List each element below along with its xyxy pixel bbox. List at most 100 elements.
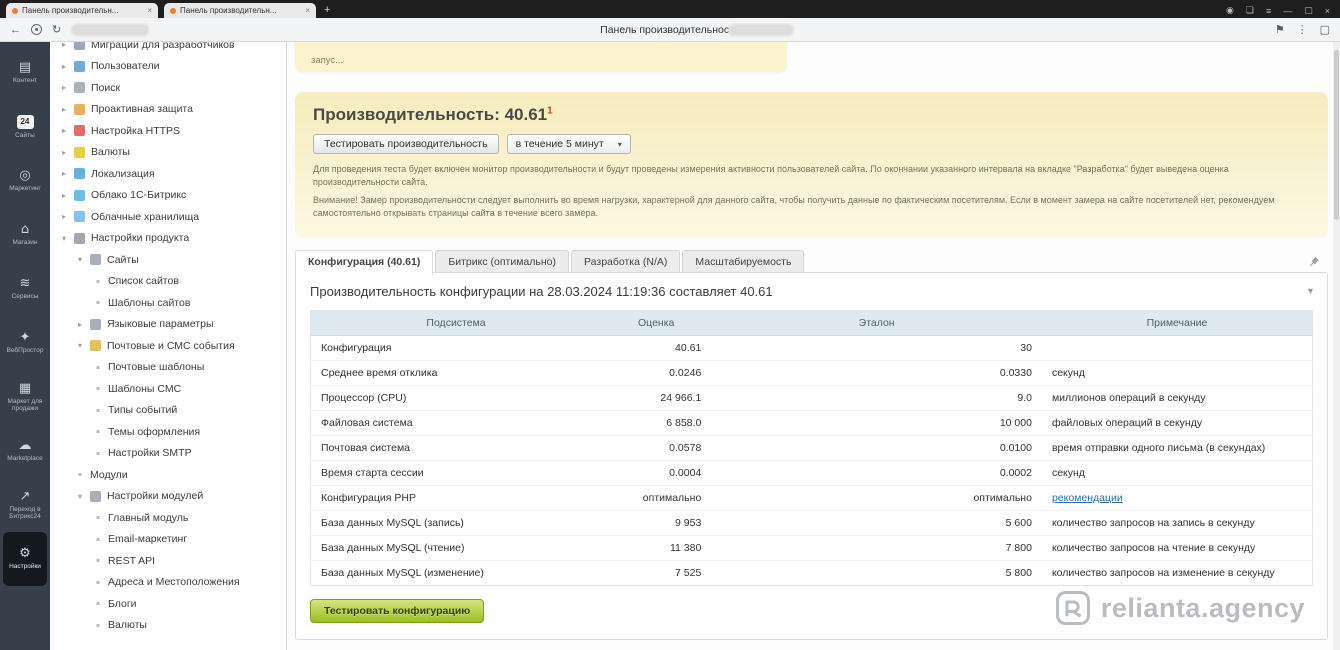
tree-item-label: Пользователи	[91, 60, 160, 72]
test-configuration-button[interactable]: Тестировать конфигурацию	[310, 599, 484, 623]
tree-item[interactable]: ▸Облачные хранилища	[50, 206, 286, 228]
tree-item[interactable]: ▪Типы событий	[50, 400, 286, 422]
browser-tab-2[interactable]: Панель производительн... ×	[164, 3, 316, 18]
tree-item[interactable]: ▪Модули	[50, 464, 286, 486]
browser-tab-title: Панель производительн...	[22, 6, 143, 15]
tree-item[interactable]: ▸Локализация	[50, 163, 286, 185]
folder-icon	[74, 168, 85, 179]
bullet-icon: ▪	[96, 514, 108, 521]
tree-item[interactable]: ▾Почтовые и СМС события	[50, 335, 286, 357]
tree-item[interactable]: ▪Валюты	[50, 615, 286, 637]
rail-item-bitrix24[interactable]: ↗Переход в Битрикс24	[3, 478, 47, 532]
expand-icon[interactable]: ▸	[62, 191, 74, 200]
tree-item[interactable]: ▾Сайты	[50, 249, 286, 271]
tree-item[interactable]: ▾Настройки продукта	[50, 228, 286, 250]
maximize-button[interactable]: ▢	[1304, 5, 1313, 16]
menu-icon[interactable]: ≡	[1266, 6, 1271, 16]
favicon	[170, 8, 176, 14]
table-row: Время старта сессии0.00040.0002секунд	[311, 461, 1313, 486]
browser-window: Панель производительн... × Панель произв…	[0, 0, 1340, 650]
rail-item-content[interactable]: ▤Контент	[3, 46, 47, 100]
tree-item[interactable]: ▸ Настройка HTTPS	[50, 120, 286, 142]
address-pill-redacted[interactable]	[71, 24, 149, 36]
title-redacted	[728, 24, 794, 36]
collapse-icon[interactable]: ▾	[1308, 286, 1313, 297]
refresh-icon[interactable]: ↻	[52, 23, 61, 36]
tree-item[interactable]: ▪Почтовые шаблоны	[50, 357, 286, 379]
rail-item-sites[interactable]: 24Сайты	[3, 100, 47, 154]
table-row: База данных MySQL (изменение)7 5255 800к…	[311, 561, 1313, 586]
cell-note: количество запросов на изменение в секун…	[1042, 561, 1313, 586]
rail-item-settings[interactable]: ⚙Настройки	[3, 532, 47, 586]
tree-item[interactable]: ▪REST API	[50, 550, 286, 572]
new-tab-button[interactable]: +	[324, 4, 330, 16]
tree-item[interactable]: ▪Адреса и Местоположения	[50, 572, 286, 594]
eye-icon[interactable]: ◉	[1226, 5, 1234, 16]
cell-note: миллионов операций в секунду	[1042, 386, 1313, 411]
table-body: Конфигурация40.6130Среднее время отклика…	[311, 336, 1313, 586]
collapse-icon[interactable]: ▾	[78, 492, 90, 501]
tree-item[interactable]: ▪Шаблоны СМС	[50, 378, 286, 400]
vertical-scrollbar[interactable]	[1333, 42, 1340, 650]
cell-score: 24 966.1	[601, 386, 711, 411]
rail-item-webprostor[interactable]: ✦ВебПростор	[3, 316, 47, 370]
expand-icon[interactable]: ▸	[62, 169, 74, 178]
rail-item-shop[interactable]: ⌂Магазин	[3, 208, 47, 262]
expand-icon[interactable]: ▸	[62, 105, 74, 114]
expand-icon[interactable]: ▸	[62, 126, 74, 135]
kebab-icon[interactable]: ⋮	[1297, 23, 1308, 36]
windows-icon[interactable]: ❏	[1246, 5, 1254, 16]
tree-item[interactable]: ▸Валюты	[50, 142, 286, 164]
expand-icon[interactable]: ▸	[62, 42, 74, 49]
tree-item[interactable]: ▪Шаблоны сайтов	[50, 292, 286, 314]
tree-item[interactable]: ▸Языковые параметры	[50, 314, 286, 336]
test-performance-button[interactable]: Тестировать производительность	[313, 134, 499, 154]
expand-icon[interactable]: ▸	[62, 62, 74, 71]
tree-item[interactable]: ▪Список сайтов	[50, 271, 286, 293]
tab-config[interactable]: Конфигурация (40.61)	[295, 250, 433, 275]
folder-icon	[74, 61, 85, 72]
tree-item[interactable]: ▪Настройки SMTP	[50, 443, 286, 465]
cell-subsystem: Файловая система	[311, 411, 602, 436]
tab-close-icon[interactable]: ×	[147, 6, 152, 15]
panel-icon[interactable]: ▢	[1320, 23, 1330, 36]
recommendations-link[interactable]: рекомендации	[1052, 492, 1123, 504]
tree-item[interactable]: ▸Поиск	[50, 77, 286, 99]
tree-item-label: Валюты	[108, 619, 147, 631]
expand-icon[interactable]: ▸	[62, 83, 74, 92]
minimize-button[interactable]: —	[1283, 6, 1292, 16]
expand-icon[interactable]: ▸	[62, 212, 74, 221]
browser-tab-1[interactable]: Панель производительн... ×	[6, 3, 158, 18]
rail-item-market[interactable]: ▦Маркет для продажи	[3, 370, 47, 424]
interval-select[interactable]: в течение 5 минут ▾	[507, 134, 631, 154]
collapse-icon[interactable]: ▾	[78, 255, 90, 264]
expand-icon[interactable]: ▸	[78, 320, 90, 329]
tree-item[interactable]: ▾Настройки модулей	[50, 486, 286, 508]
tree-item[interactable]: ▸Миграции для разработчиков	[50, 42, 286, 56]
close-button[interactable]: ×	[1325, 6, 1330, 16]
expand-icon[interactable]: ▸	[62, 148, 74, 157]
tree-item[interactable]: ▸ Пользователи	[50, 56, 286, 78]
cell-note: количество запросов на запись в секунду	[1042, 511, 1313, 536]
webprostor-icon: ✦	[20, 331, 31, 344]
tree-item[interactable]: ▪Email-маркетинг	[50, 529, 286, 551]
cell-score: 0.0578	[601, 436, 711, 461]
collapse-icon[interactable]: ▾	[78, 341, 90, 350]
profile-icon[interactable]	[31, 24, 42, 35]
rail-item-services[interactable]: ≋Сервисы	[3, 262, 47, 316]
bookmark-icon[interactable]: ⚑	[1275, 23, 1285, 36]
tree-item[interactable]: ▪Блоги	[50, 593, 286, 615]
rail-item-marketing[interactable]: ◎Маркетинг	[3, 154, 47, 208]
pin-icon[interactable]	[1309, 254, 1320, 272]
tree-item[interactable]: ▪Темы оформления	[50, 421, 286, 443]
rail-item-marketplace[interactable]: ☁Marketplace	[3, 424, 47, 478]
shop-icon: ⌂	[21, 223, 29, 236]
tree-item[interactable]: ▸Проактивная защита	[50, 99, 286, 121]
scrollbar-thumb[interactable]	[1334, 50, 1339, 220]
tree-item-label: Настройка HTTPS	[91, 125, 180, 137]
tree-item[interactable]: ▪Главный модуль	[50, 507, 286, 529]
collapse-icon[interactable]: ▾	[62, 234, 74, 243]
tree-item[interactable]: ▸Облако 1С-Битрикс	[50, 185, 286, 207]
back-icon[interactable]: ←	[10, 24, 21, 36]
tab-close-icon[interactable]: ×	[305, 6, 310, 15]
